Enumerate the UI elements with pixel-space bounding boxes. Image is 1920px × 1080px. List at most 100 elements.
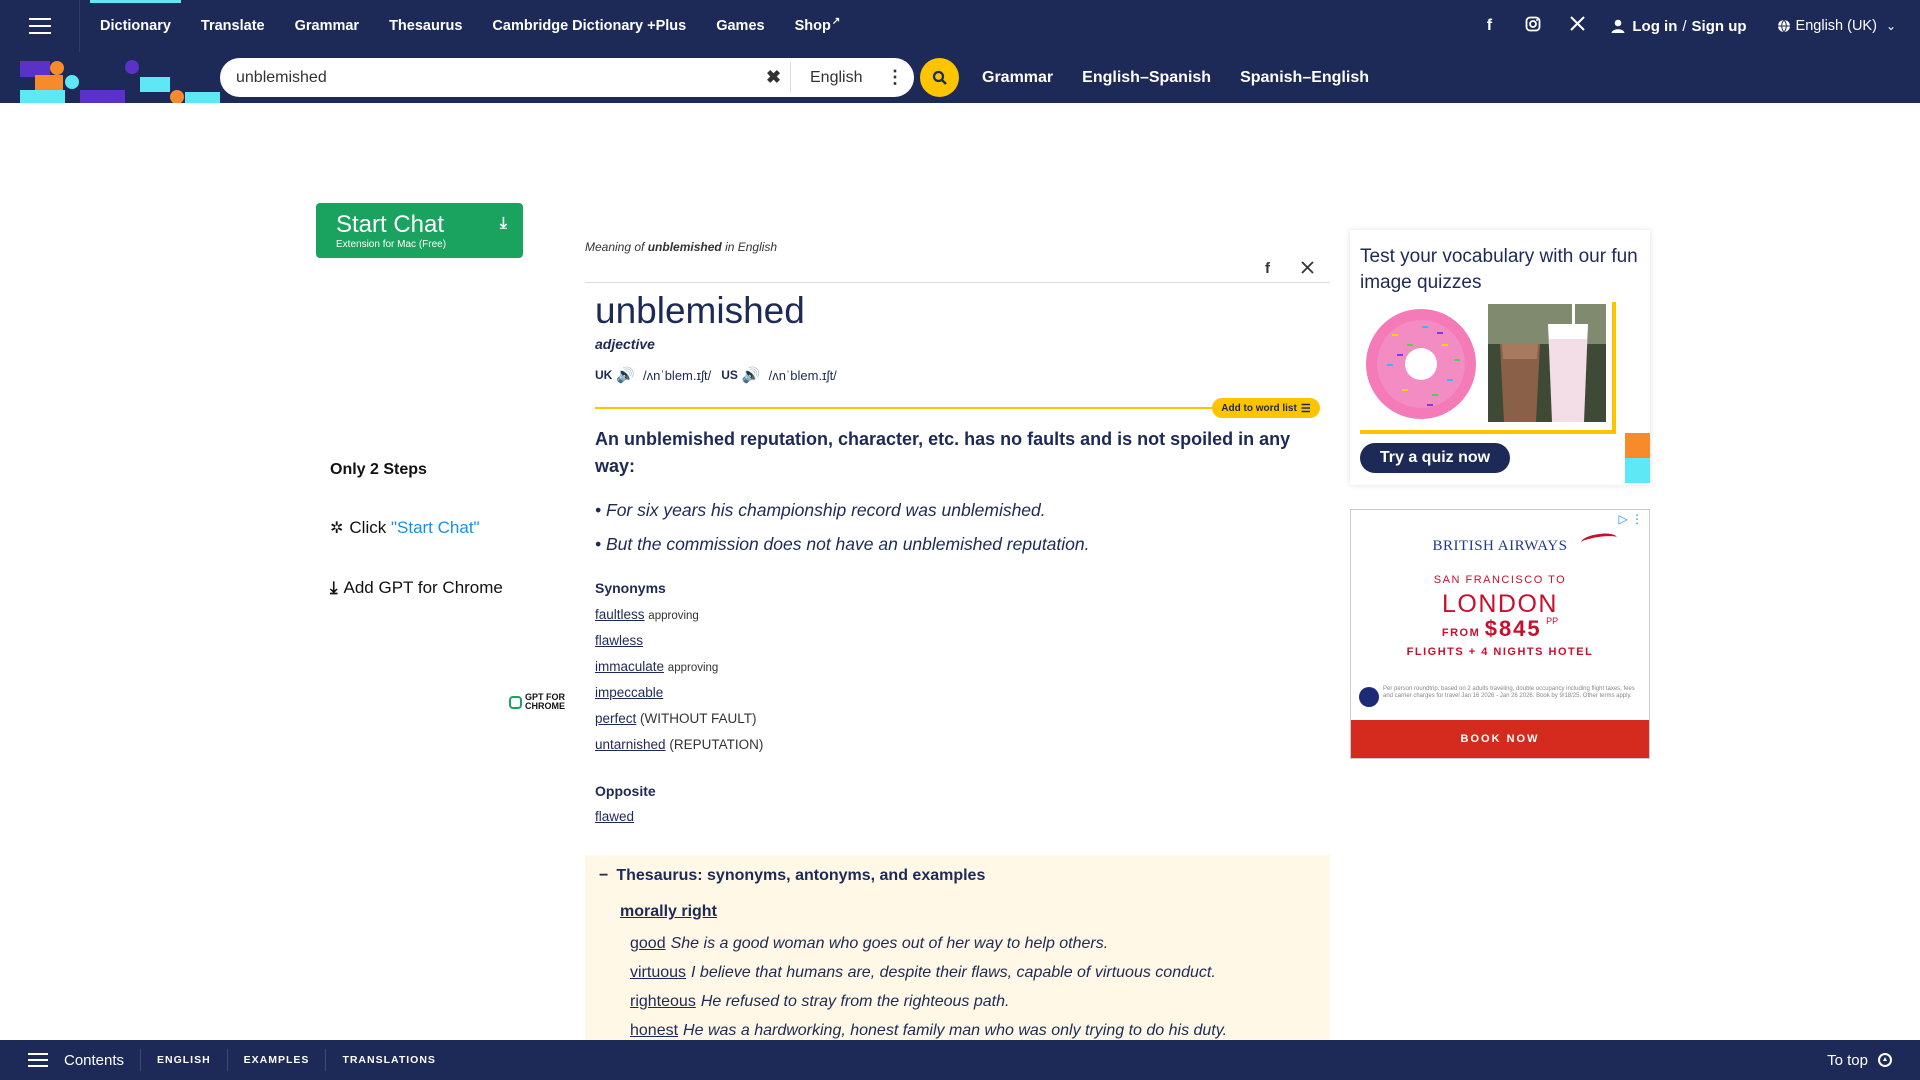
try-quiz-button[interactable]: Try a quiz now xyxy=(1360,443,1510,473)
ad-seal-icon xyxy=(1359,687,1379,707)
nav-shop[interactable]: Shop ↗ xyxy=(785,0,851,52)
thesaurus-row: good She is a good woman who goes out of … xyxy=(630,935,1108,953)
thesaurus-example: He refused to stray from the righteous p… xyxy=(700,993,1010,1010)
collapse-icon: − xyxy=(599,867,609,884)
nav-translate[interactable]: Translate xyxy=(191,0,275,52)
ad-from: FROM xyxy=(1441,627,1481,639)
add-to-word-list-button[interactable]: Add to word list ☰ xyxy=(1212,398,1320,418)
synonym-label: (WITHOUT FAULT) xyxy=(640,711,757,726)
british-airways-ad[interactable]: ▷ ⋮ BRITISH AIRWAYS SAN FRANCISCO TO LON… xyxy=(1350,509,1650,759)
to-top-label: To top xyxy=(1827,1051,1868,1069)
gpt-logo-icon xyxy=(509,695,522,709)
menu-icon[interactable] xyxy=(0,0,80,52)
jump-translations[interactable]: TRANSLATIONS xyxy=(325,1049,451,1071)
facebook-icon[interactable]: f xyxy=(1479,17,1499,35)
step-two-label: Add GPT for Chrome xyxy=(343,578,503,597)
quiz-decoration xyxy=(1625,458,1650,483)
thesaurus-word[interactable]: honest xyxy=(630,1022,678,1039)
login-separator: / xyxy=(1682,17,1687,35)
synonym-item: perfect (WITHOUT FAULT) xyxy=(595,711,757,726)
ad-city: LONDON xyxy=(1442,590,1558,618)
uk-audio-icon[interactable]: 🔊 xyxy=(616,366,635,384)
uk-label: UK xyxy=(595,368,613,382)
gpt-logo-line2: CHROME xyxy=(525,701,565,711)
thesaurus-toggle[interactable]: − Thesaurus: synonyms, antonyms, and exam… xyxy=(599,867,985,885)
example-text: But the commission does not have an unbl… xyxy=(606,534,1090,554)
opposite-link[interactable]: flawed xyxy=(595,809,634,824)
link-grammar[interactable]: Grammar xyxy=(982,69,1053,87)
contents-label: Contents xyxy=(64,1051,125,1069)
us-label: US xyxy=(721,368,738,382)
quiz-widget: Test your vocabulary with our fun image … xyxy=(1350,230,1650,485)
x-twitter-icon[interactable] xyxy=(1567,16,1587,36)
ad-choices-icon[interactable]: ▷ ⋮ xyxy=(1618,512,1643,526)
thesaurus-row: virtuous I believe that humans are, despi… xyxy=(630,964,1216,982)
sense-divider xyxy=(595,407,1220,409)
jump-english[interactable]: ENGLISH xyxy=(140,1049,227,1071)
thesaurus-word[interactable]: good xyxy=(630,935,666,952)
dictionary-select[interactable]: English xyxy=(810,69,862,87)
nav-dictionary[interactable]: Dictionary xyxy=(90,0,181,52)
search-box: ✖ English ⋮ xyxy=(220,58,914,97)
link-spanish-english[interactable]: Spanish–English xyxy=(1240,69,1369,87)
step-one[interactable]: ✲ Click "Start Chat" xyxy=(330,518,480,538)
part-of-speech: adjective xyxy=(595,336,655,352)
clear-search-icon[interactable]: ✖ xyxy=(766,67,781,88)
synonym-link[interactable]: flawless xyxy=(595,633,643,648)
nav-items: Dictionary Translate Grammar Thesaurus C… xyxy=(80,0,850,52)
thesaurus-example: I believe that humans are, despite their… xyxy=(691,964,1216,981)
search-button[interactable] xyxy=(920,58,959,97)
nav-thesaurus[interactable]: Thesaurus xyxy=(379,0,472,52)
search-divider xyxy=(790,62,791,93)
share-facebook-icon[interactable]: f xyxy=(1265,260,1270,277)
login-signup[interactable]: Log in / Sign up xyxy=(1611,17,1747,35)
headword: unblemished xyxy=(595,290,805,331)
meaning-suffix: in English xyxy=(721,240,778,254)
synonym-label: approving xyxy=(667,662,719,674)
language-label: English (UK) xyxy=(1795,18,1877,34)
ad-price: $845 xyxy=(1484,616,1542,641)
opposite-item: flawed xyxy=(595,809,634,824)
login-link[interactable]: Log in xyxy=(1632,18,1677,35)
language-selector[interactable]: English (UK) ⌄ xyxy=(1777,18,1896,34)
thesaurus-example: She is a good woman who goes out of her … xyxy=(670,935,1109,952)
thesaurus-word[interactable]: virtuous xyxy=(630,964,686,981)
synonym-link[interactable]: immaculate xyxy=(595,659,664,674)
link-english-spanish[interactable]: English–Spanish xyxy=(1082,69,1211,87)
more-options-icon[interactable]: ⋮ xyxy=(886,67,904,88)
start-chat-button[interactable]: Start Chat Extension for Mac (Free) ⤓ xyxy=(316,203,523,258)
list-icon: ☰ xyxy=(1300,402,1311,415)
donut-image[interactable] xyxy=(1362,304,1480,422)
thesaurus-word[interactable]: righteous xyxy=(630,993,696,1010)
synonym-link[interactable]: perfect xyxy=(595,711,636,726)
nav-games[interactable]: Games xyxy=(706,0,774,52)
step-two[interactable]: ⤓ Add GPT for Chrome xyxy=(330,578,503,598)
synonym-link[interactable]: untarnished xyxy=(595,737,666,752)
book-now-button[interactable]: BOOK NOW xyxy=(1351,720,1649,758)
milkshake-image[interactable] xyxy=(1488,304,1606,422)
nav-grammar[interactable]: Grammar xyxy=(285,0,369,52)
search-input[interactable] xyxy=(236,68,756,87)
entry-divider xyxy=(585,282,1330,283)
nav-plus[interactable]: Cambridge Dictionary +Plus xyxy=(482,0,696,52)
thesaurus-row: honest He was a hardworking, honest famil… xyxy=(630,1022,1227,1040)
synonym-item: faultless approving xyxy=(595,607,699,622)
to-top-button[interactable]: To top xyxy=(1827,1052,1892,1069)
download-icon: ⤓ xyxy=(330,578,338,597)
instagram-icon[interactable] xyxy=(1523,16,1543,37)
click-icon: ✲ xyxy=(330,520,344,537)
jump-examples[interactable]: EXAMPLES xyxy=(226,1049,326,1071)
signup-link[interactable]: Sign up xyxy=(1692,18,1747,35)
share-x-icon[interactable] xyxy=(1301,261,1314,278)
nav-right: f Log in / Sign up English (UK) ⌄ xyxy=(1479,0,1920,52)
synonym-link[interactable]: faultless xyxy=(595,607,645,622)
start-chat-subtitle: Extension for Mac (Free) xyxy=(336,239,447,250)
gpt-for-chrome-logo[interactable]: GPT FOR CHROME xyxy=(509,693,565,711)
synonyms-title: Synonyms xyxy=(595,580,666,596)
us-audio-icon[interactable]: 🔊 xyxy=(742,366,761,384)
cambridge-logo[interactable] xyxy=(20,56,220,103)
contents-button[interactable]: Contents xyxy=(0,1040,140,1080)
synonym-link[interactable]: impeccable xyxy=(595,685,663,700)
thesaurus-sense[interactable]: morally right xyxy=(620,903,717,921)
pronunciation: UK 🔊 /ʌnˈblem.ɪʃt/ US 🔊 /ʌnˈblem.ɪʃt/ xyxy=(595,366,847,384)
